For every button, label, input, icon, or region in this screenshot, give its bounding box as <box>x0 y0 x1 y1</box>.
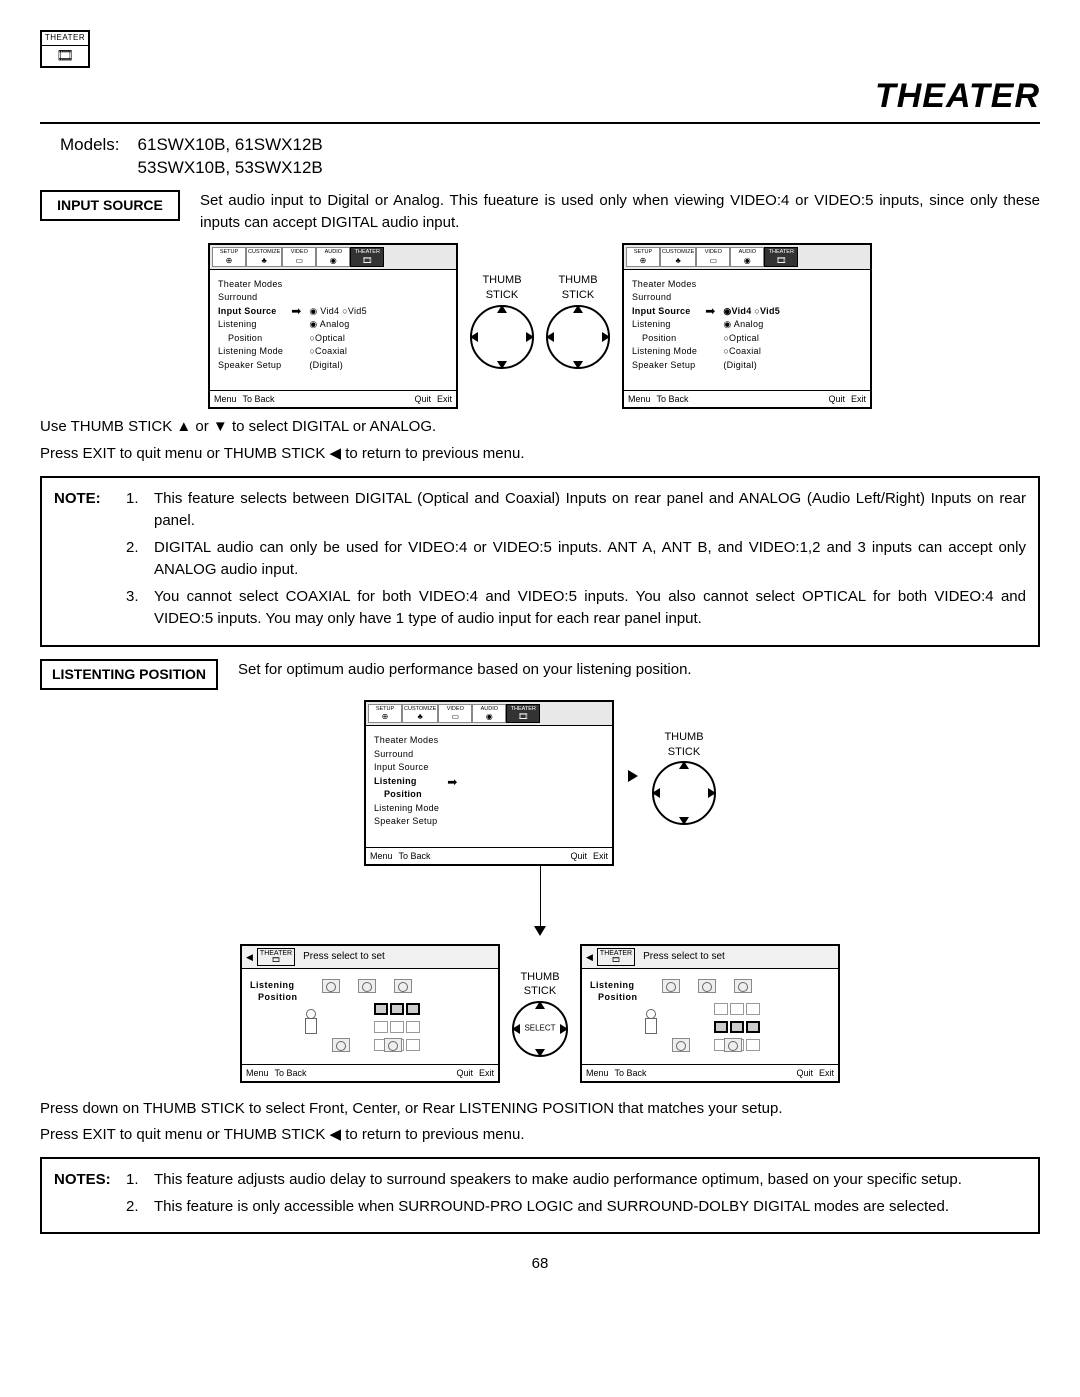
position-osd-b: ◀ THEATER🎞 Press select to set Listening… <box>580 944 840 1083</box>
listening-instr-1: Press down on THUMB STICK to select Fron… <box>40 1099 1040 1119</box>
room-layout-a <box>304 979 491 1052</box>
tab-audio: AUDIO◉ <box>316 247 350 266</box>
tab-setup: SETUP⊕ <box>212 247 246 266</box>
models-line2: 53SWX10B, 53SWX12B <box>138 157 323 180</box>
models-label: Models: <box>60 134 120 157</box>
listening-position-desc: Set for optimum audio performance based … <box>238 659 692 681</box>
room-layout-b <box>644 979 831 1052</box>
thumb-stick-1: THUMB STICK <box>470 273 534 369</box>
models-line1: 61SWX10B, 61SWX12B <box>138 134 323 157</box>
theater-badge-icon: THEATER 🎞 <box>40 30 90 68</box>
osd-panel-a: SETUP⊕ CUSTOMIZE♣ VIDEO▭ AUDIO◉ THEATER🎞… <box>208 243 458 409</box>
thumbstick-select: THUMB STICK SELECT <box>512 970 568 1058</box>
pointer-icon: ➡ <box>291 278 301 373</box>
page-title: THEATER <box>875 77 1040 115</box>
input-source-instr-2: Press EXIT to quit menu or THUMB STICK ◀… <box>40 444 1040 464</box>
listening-osd: SETUP⊕ CUSTOMIZE♣ VIDEO▭ AUDIO◉ THEATER🎞… <box>364 700 614 866</box>
tab-video: VIDEO▭ <box>282 247 316 266</box>
thumb-stick-2: THUMB STICK <box>546 273 610 369</box>
models-block: Models: 61SWX10B, 61SWX12B Models: 53SWX… <box>60 134 1040 180</box>
listening-notes: NOTES: 1. This feature adjusts audio del… <box>40 1157 1040 1234</box>
tab-theater: THEATER🎞 <box>350 247 384 266</box>
listening-position-panels: ◀ THEATER🎞 Press select to set Listening… <box>40 944 1040 1083</box>
position-osd-a: ◀ THEATER🎞 Press select to set Listening… <box>240 944 500 1083</box>
page-number: 68 <box>40 1254 1040 1274</box>
arrow-down-icon <box>534 926 546 936</box>
osd-panel-b: SETUP⊕ CUSTOMIZE♣ VIDEO▭ AUDIO◉ THEATER🎞… <box>622 243 872 409</box>
input-source-note: NOTE: 1. This feature selects between DI… <box>40 476 1040 647</box>
listening-instr-2: Press EXIT to quit menu or THUMB STICK ◀… <box>40 1125 1040 1145</box>
listening-position-label: LISTENTING POSITION <box>40 659 218 690</box>
listening-thumbstick: THUMB STICK <box>652 730 716 826</box>
input-source-desc: Set audio input to Digital or Analog. Th… <box>200 190 1040 234</box>
input-source-diagram: SETUP⊕ CUSTOMIZE♣ VIDEO▭ AUDIO◉ THEATER🎞… <box>40 243 1040 409</box>
arrow-right-icon <box>628 770 638 782</box>
tab-customize: CUSTOMIZE♣ <box>246 247 282 266</box>
input-source-label: INPUT SOURCE <box>40 190 180 221</box>
page-title-row: THEATER <box>40 74 1040 124</box>
input-source-instr-1: Use THUMB STICK ▲ or ▼ to select DIGITAL… <box>40 417 1040 437</box>
